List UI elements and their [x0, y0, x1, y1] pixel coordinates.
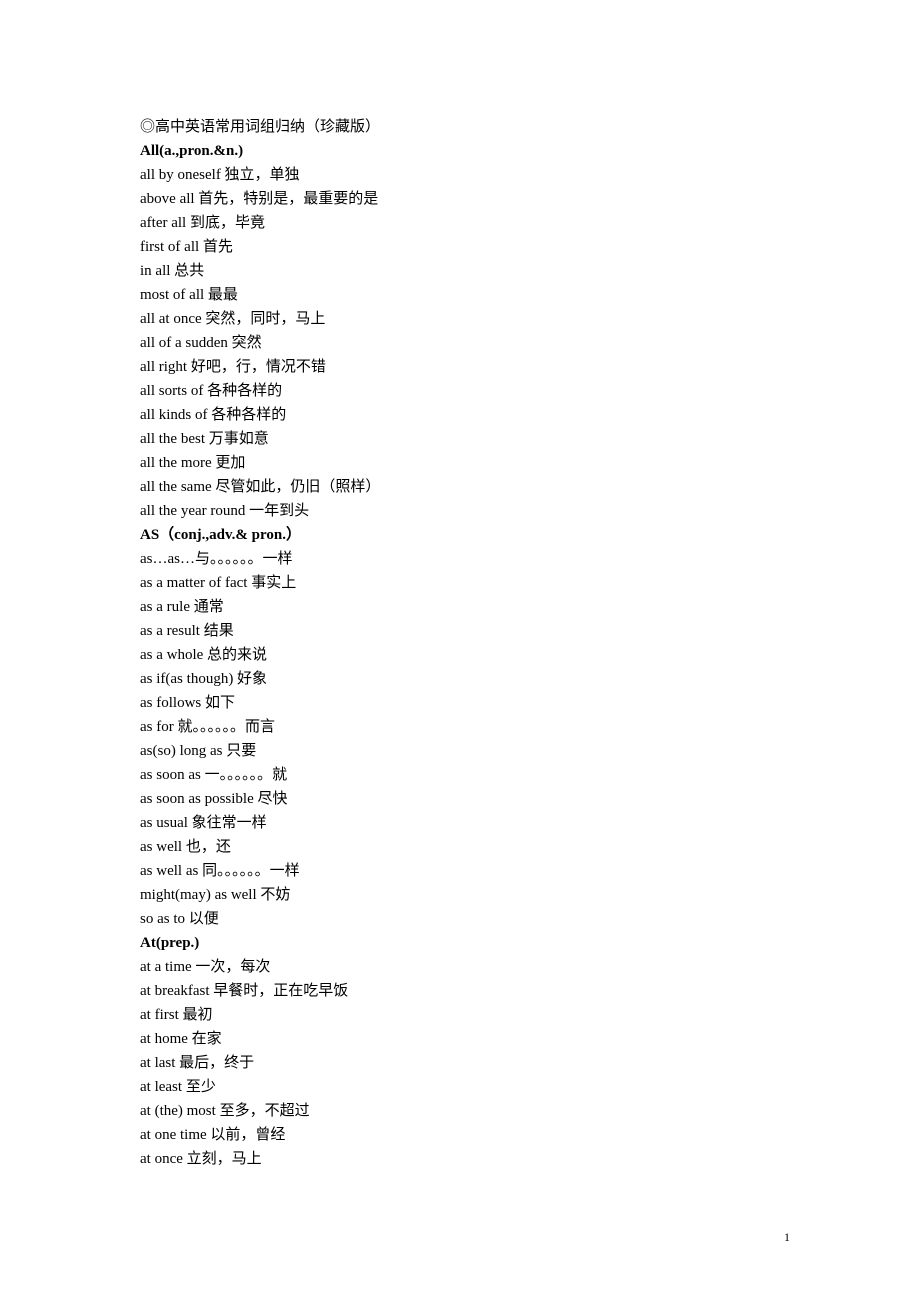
phrase-entry: as for 就。。。。。。而言	[140, 715, 780, 739]
phrase-entry: might(may) as well 不妨	[140, 883, 780, 907]
phrase-entry: all of a sudden 突然	[140, 331, 780, 355]
phrase-entry: at least 至少	[140, 1075, 780, 1099]
phrase-entry: at last 最后，终于	[140, 1051, 780, 1075]
phrase-entry: as well as 同。。。。。。一样	[140, 859, 780, 883]
phrase-entry: at a time 一次，每次	[140, 955, 780, 979]
phrase-entry: as…as…与。。。。。。一样	[140, 547, 780, 571]
section-heading: At(prep.)	[140, 931, 780, 955]
phrase-entry: all the same 尽管如此，仍旧（照样）	[140, 475, 780, 499]
phrase-entry: all the best 万事如意	[140, 427, 780, 451]
phrase-entry: above all 首先，特别是，最重要的是	[140, 187, 780, 211]
phrase-entry: at once 立刻，马上	[140, 1147, 780, 1171]
phrase-entry: all sorts of 各种各样的	[140, 379, 780, 403]
phrase-entry: as soon as 一。。。。。。就	[140, 763, 780, 787]
phrase-entry: so as to 以便	[140, 907, 780, 931]
phrase-entry: as a whole 总的来说	[140, 643, 780, 667]
phrase-entry: as a result 结果	[140, 619, 780, 643]
phrase-entry: all right 好吧，行，情况不错	[140, 355, 780, 379]
phrase-entry: in all 总共	[140, 259, 780, 283]
phrase-entry: as follows 如下	[140, 691, 780, 715]
phrase-entry: all the year round 一年到头	[140, 499, 780, 523]
phrase-entry: first of all 首先	[140, 235, 780, 259]
phrase-entry: as a rule 通常	[140, 595, 780, 619]
phrase-entry: as a matter of fact 事实上	[140, 571, 780, 595]
phrase-entry: all kinds of 各种各样的	[140, 403, 780, 427]
phrase-entry: after all 到底，毕竟	[140, 211, 780, 235]
phrase-entry: at (the) most 至多，不超过	[140, 1099, 780, 1123]
phrase-entry: as if(as though) 好象	[140, 667, 780, 691]
phrase-entry: as(so) long as 只要	[140, 739, 780, 763]
phrase-entry: all the more 更加	[140, 451, 780, 475]
phrase-entry: at one time 以前，曾经	[140, 1123, 780, 1147]
page-number: 1	[784, 1228, 790, 1247]
phrase-entry: all by oneself 独立，单独	[140, 163, 780, 187]
phrase-entry: as soon as possible 尽快	[140, 787, 780, 811]
phrase-entry: as well 也，还	[140, 835, 780, 859]
document-body: All(a.,pron.&n.)all by oneself 独立，单独abov…	[140, 139, 780, 1171]
document-page: ◎高中英语常用词组归纳（珍藏版） All(a.,pron.&n.)all by …	[0, 0, 920, 1302]
document-title: ◎高中英语常用词组归纳（珍藏版）	[140, 115, 780, 139]
phrase-entry: most of all 最最	[140, 283, 780, 307]
phrase-entry: at home 在家	[140, 1027, 780, 1051]
section-heading: AS（conj.,adv.& pron.）	[140, 523, 780, 547]
section-heading: All(a.,pron.&n.)	[140, 139, 780, 163]
phrase-entry: as usual 象往常一样	[140, 811, 780, 835]
phrase-entry: all at once 突然，同时，马上	[140, 307, 780, 331]
phrase-entry: at first 最初	[140, 1003, 780, 1027]
phrase-entry: at breakfast 早餐时，正在吃早饭	[140, 979, 780, 1003]
